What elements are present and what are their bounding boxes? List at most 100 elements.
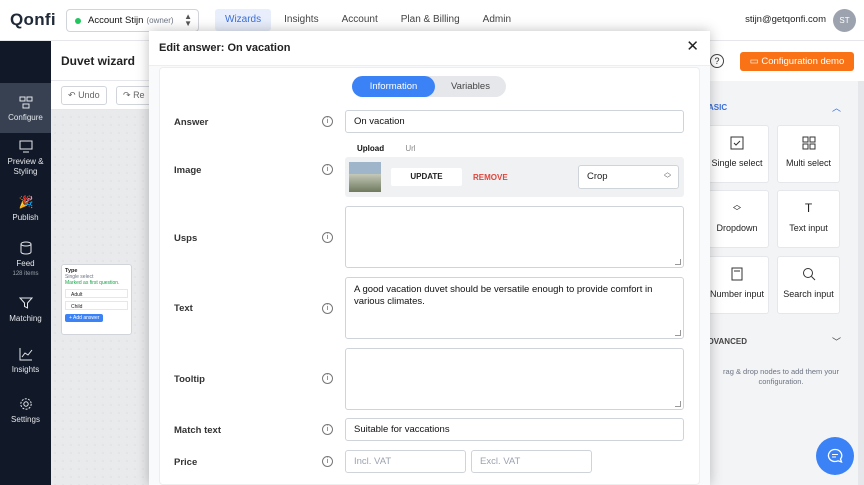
main-nav: Wizards Insights Account Plan & Billing … — [215, 9, 524, 31]
tab-information[interactable]: Information — [352, 76, 435, 97]
chat-button[interactable] — [816, 437, 854, 475]
tooltip-textarea[interactable] — [345, 348, 684, 410]
label-answer: Answer — [174, 117, 209, 128]
info-icon[interactable]: i — [322, 116, 333, 127]
info-icon[interactable]: i — [322, 456, 333, 467]
chevron-up-icon[interactable]: ︿ — [832, 101, 841, 114]
nav-plan-billing[interactable]: Plan & Billing — [391, 9, 470, 31]
undo-button[interactable]: ↶ Undo — [61, 86, 107, 105]
tile-text-input[interactable]: T Text input — [777, 190, 840, 248]
info-icon[interactable]: i — [322, 424, 333, 435]
tile-number-input[interactable]: Number input — [706, 256, 769, 314]
resize-handle[interactable] — [675, 330, 681, 336]
chart-icon — [19, 348, 32, 361]
search-icon — [802, 268, 815, 281]
sidebar-item-settings[interactable]: Settings — [0, 397, 51, 427]
nav-insights[interactable]: Insights — [274, 9, 328, 31]
modal-header: Edit answer: On vacation ✕ — [149, 31, 710, 66]
sidebar-label-insights: Insights — [11, 365, 40, 374]
crop-value: Crop — [587, 171, 608, 182]
tile-label: Single select — [711, 158, 763, 168]
sidebar-label-feed: Feed — [16, 259, 35, 268]
crop-select[interactable]: Crop ︿ ﹀ — [578, 165, 679, 189]
answer-input[interactable]: On vacation — [345, 110, 684, 133]
section-basic[interactable]: ASIC — [708, 103, 727, 112]
label-image: Image — [174, 165, 202, 176]
configuration-demo-button[interactable]: ▭ Configuration demo — [740, 52, 854, 71]
feed-count: 128 items — [12, 271, 39, 277]
info-icon[interactable]: i — [322, 303, 333, 314]
sidebar-item-preview[interactable]: Preview & Styling — [0, 139, 51, 179]
logo[interactable]: Qonfi — [10, 10, 56, 30]
update-button[interactable]: UPDATE — [391, 168, 462, 186]
info-icon[interactable]: i — [322, 164, 333, 175]
text-textarea[interactable]: A good vacation duvet should be versatil… — [345, 277, 684, 339]
help-icon[interactable]: ? — [710, 54, 724, 68]
undo-icon: ↶ — [68, 90, 76, 100]
tile-label: Text input — [789, 223, 828, 233]
label-match-text: Match text — [174, 425, 221, 436]
price-incl-vat-input[interactable]: Incl. VAT — [345, 450, 466, 473]
sidebar-item-matching[interactable]: Matching — [0, 296, 51, 326]
close-icon[interactable]: ✕ — [686, 39, 699, 54]
account-selector[interactable]: Account Stijn (owner) ▲ ▼ — [66, 9, 199, 32]
tile-dropdown[interactable]: ︿ ﹀ Dropdown — [706, 190, 769, 248]
label-price: Price — [174, 457, 198, 468]
checkbox-icon — [730, 136, 744, 150]
tile-search-input[interactable]: Search input — [777, 256, 840, 314]
avatar[interactable]: ST — [833, 9, 856, 32]
demo-label: Configuration demo — [761, 56, 845, 67]
info-icon[interactable]: i — [322, 373, 333, 384]
tile-label: Number input — [709, 289, 765, 299]
tile-multi-select[interactable]: Multi select — [777, 125, 840, 183]
status-dot-icon — [75, 17, 81, 24]
tab-switch: Information Variables — [352, 76, 506, 97]
text-icon: T — [804, 201, 813, 215]
nav-admin[interactable]: Admin — [473, 9, 521, 31]
chevron-up-down-icon: ▲ ▼ — [184, 12, 192, 28]
tab-upload[interactable]: Upload — [357, 144, 384, 153]
resize-handle[interactable] — [675, 401, 681, 407]
info-icon[interactable]: i — [322, 232, 333, 243]
sidebar-item-feed[interactable]: Feed 128 items — [0, 241, 51, 281]
filter-icon — [18, 297, 33, 309]
calculator-icon — [731, 267, 743, 281]
price-excl-vat-input[interactable]: Excl. VAT — [471, 450, 592, 473]
resize-handle[interactable] — [675, 259, 681, 265]
node-option[interactable]: Adult — [65, 289, 128, 298]
section-advanced[interactable]: DVANCED — [708, 337, 747, 346]
wizard-node[interactable]: Type Single select Marked as first quest… — [61, 264, 132, 335]
scrollbar[interactable] — [858, 81, 864, 485]
match-text-input[interactable]: Suitable for vaccations — [345, 418, 684, 441]
sidebar: Configure Preview & Styling 🎉 Publish Fe… — [0, 41, 51, 485]
sidebar-label-preview: Preview & — [7, 157, 44, 166]
chat-icon — [827, 448, 843, 464]
sidebar-item-configure[interactable]: Configure — [0, 83, 51, 133]
sidebar-label-configure: Configure — [8, 113, 43, 122]
chevron-down-icon[interactable]: ﹀ — [832, 335, 841, 348]
tab-variables[interactable]: Variables — [435, 76, 506, 97]
add-answer-button[interactable]: + Add answer — [65, 314, 104, 322]
text-value: A good vacation duvet should be versatil… — [354, 284, 653, 307]
tab-url[interactable]: Url — [405, 144, 415, 153]
redo-label: Re — [133, 90, 145, 100]
sidebar-label-settings: Settings — [11, 415, 40, 424]
sidebar-item-publish[interactable]: 🎉 Publish — [0, 195, 51, 225]
tile-single-select[interactable]: Single select — [706, 125, 769, 183]
sidebar-item-insights[interactable]: Insights — [0, 347, 51, 377]
remove-button[interactable]: REMOVE — [473, 173, 508, 182]
video-icon: ▭ — [749, 56, 759, 67]
nav-account[interactable]: Account — [332, 9, 388, 31]
edit-answer-modal: Edit answer: On vacation ✕ Information V… — [149, 31, 710, 485]
modal-title: Edit answer: On vacation — [159, 42, 291, 54]
tile-label: Search input — [783, 289, 834, 299]
usps-textarea[interactable] — [345, 206, 684, 268]
sidebar-label-matching: Matching — [9, 314, 42, 323]
nav-wizards[interactable]: Wizards — [215, 9, 272, 31]
image-thumbnail — [349, 162, 381, 192]
node-option[interactable]: Child — [65, 301, 128, 310]
redo-button[interactable]: ↷ Re — [116, 86, 151, 105]
chevron-up-down-icon: ︿ ﹀ — [733, 200, 741, 216]
account-name: Account Stijn — [88, 15, 144, 26]
chevron-up-down-icon: ︿ ﹀ — [664, 169, 671, 183]
